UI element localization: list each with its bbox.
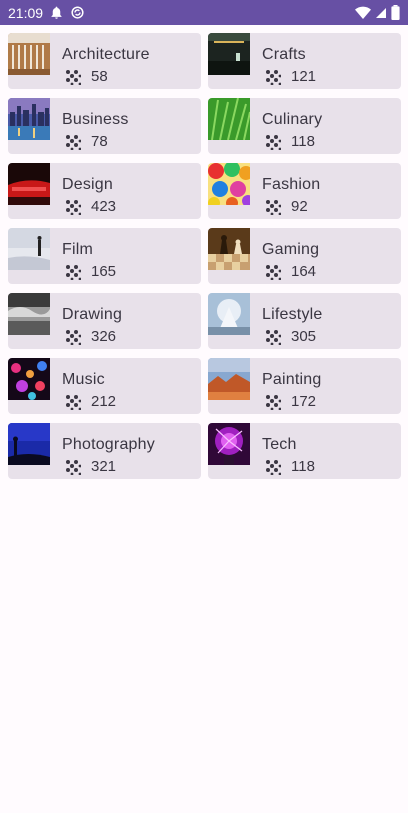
- topic-card-architecture[interactable]: Architecture 58: [8, 33, 201, 89]
- topic-title: Drawing: [62, 306, 123, 323]
- topic-card-tech[interactable]: Tech 118: [208, 423, 401, 479]
- topic-card-design[interactable]: Design 423: [8, 163, 201, 219]
- topic-title: Architecture: [62, 46, 150, 63]
- grain-icon: [266, 70, 281, 85]
- topic-count: 172: [262, 394, 321, 410]
- tech-thumbnail: [208, 423, 250, 465]
- topics-grid: Architecture 58 Crafts 121 Business 78 C…: [8, 33, 401, 479]
- topic-count: 118: [262, 134, 322, 150]
- topic-count: 92: [262, 199, 320, 215]
- grain-icon: [66, 70, 81, 85]
- grain-icon: [266, 135, 281, 150]
- topic-count: 165: [62, 264, 116, 280]
- culinary-thumbnail: [208, 98, 250, 140]
- topic-count-value: 118: [291, 133, 315, 150]
- sync-icon: [70, 5, 85, 20]
- topic-count-value: 164: [291, 263, 317, 280]
- gaming-thumbnail: [208, 228, 250, 270]
- topic-count-value: 321: [91, 458, 117, 475]
- topic-count-value: 212: [91, 393, 117, 410]
- design-thumbnail: [8, 163, 50, 205]
- topic-title: Culinary: [262, 111, 323, 128]
- topic-card-music[interactable]: Music 212: [8, 358, 201, 414]
- signal-icon: [375, 7, 387, 19]
- topic-count: 212: [62, 394, 116, 410]
- topic-count: 423: [62, 199, 116, 215]
- topic-title: Fashion: [262, 176, 321, 193]
- topic-title: Business: [62, 111, 129, 128]
- status-bar: 21:09: [0, 0, 408, 25]
- topic-title: Film: [62, 241, 94, 258]
- topic-count: 321: [62, 459, 155, 475]
- grain-icon: [66, 265, 81, 280]
- topic-card-gaming[interactable]: Gaming 164: [208, 228, 401, 284]
- topic-title: Tech: [262, 436, 297, 453]
- topic-count: 326: [62, 329, 122, 345]
- grain-icon: [66, 330, 81, 345]
- grain-icon: [266, 200, 281, 215]
- grain-icon: [66, 395, 81, 410]
- topic-count-value: 165: [91, 263, 117, 280]
- topic-card-lifestyle[interactable]: Lifestyle 305: [208, 293, 401, 349]
- topic-count: 118: [262, 459, 315, 475]
- topic-card-photography[interactable]: Photography 321: [8, 423, 201, 479]
- topic-count: 78: [62, 134, 129, 150]
- music-thumbnail: [8, 358, 50, 400]
- topic-count-value: 92: [291, 198, 308, 215]
- topic-count-value: 172: [291, 393, 317, 410]
- alarm-icon: [49, 5, 64, 20]
- topic-title: Gaming: [262, 241, 320, 258]
- topic-count-value: 121: [291, 68, 317, 85]
- grain-icon: [66, 135, 81, 150]
- grain-icon: [66, 460, 81, 475]
- architecture-thumbnail: [8, 33, 50, 75]
- topic-title: Crafts: [262, 46, 306, 63]
- topic-title: Music: [62, 371, 105, 388]
- grain-icon: [266, 395, 281, 410]
- grain-icon: [266, 265, 281, 280]
- wifi-icon: [355, 6, 371, 20]
- status-time: 21:09: [8, 4, 44, 21]
- topic-count: 58: [62, 69, 150, 85]
- topic-card-fashion[interactable]: Fashion 92: [208, 163, 401, 219]
- topic-count: 305: [262, 329, 323, 345]
- grain-icon: [66, 200, 81, 215]
- topic-card-painting[interactable]: Painting 172: [208, 358, 401, 414]
- topic-title: Design: [62, 176, 114, 193]
- topic-title: Painting: [262, 371, 322, 388]
- business-thumbnail: [8, 98, 50, 140]
- topic-card-drawing[interactable]: Drawing 326: [8, 293, 201, 349]
- lifestyle-thumbnail: [208, 293, 250, 335]
- topic-count: 121: [262, 69, 316, 85]
- topic-card-film[interactable]: Film 165: [8, 228, 201, 284]
- grain-icon: [266, 330, 281, 345]
- crafts-thumbnail: [208, 33, 250, 75]
- topic-title: Lifestyle: [262, 306, 323, 323]
- topic-card-business[interactable]: Business 78: [8, 98, 201, 154]
- topic-count-value: 78: [91, 133, 108, 150]
- topic-card-crafts[interactable]: Crafts 121: [208, 33, 401, 89]
- grain-icon: [266, 460, 281, 475]
- photography-thumbnail: [8, 423, 50, 465]
- drawing-thumbnail: [8, 293, 50, 335]
- topic-card-culinary[interactable]: Culinary 118: [208, 98, 401, 154]
- topic-count-value: 305: [291, 328, 317, 345]
- film-thumbnail: [8, 228, 50, 270]
- topic-count-value: 58: [91, 68, 108, 85]
- topic-count-value: 118: [291, 458, 315, 475]
- battery-icon: [391, 5, 400, 20]
- topic-count-value: 423: [91, 198, 117, 215]
- topic-title: Photography: [62, 436, 155, 453]
- topic-count: 164: [262, 264, 319, 280]
- painting-thumbnail: [208, 358, 250, 400]
- fashion-thumbnail: [208, 163, 250, 205]
- topic-count-value: 326: [91, 328, 117, 345]
